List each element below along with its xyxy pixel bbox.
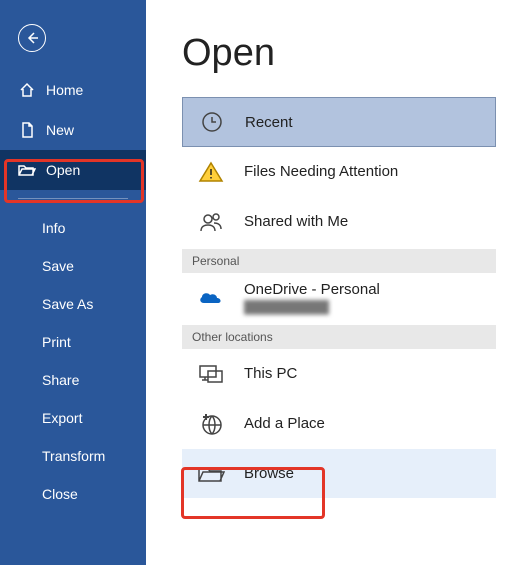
location-label: Shared with Me: [244, 213, 348, 230]
sidebar-item-home[interactable]: Home: [0, 70, 146, 110]
location-label: Add a Place: [244, 415, 325, 432]
location-label: Recent: [245, 114, 293, 131]
location-label: OneDrive - Personal: [244, 281, 380, 298]
location-attention[interactable]: Files Needing Attention: [182, 147, 496, 197]
onedrive-icon: [196, 283, 226, 313]
sidebar-item-label: New: [46, 122, 74, 138]
people-icon: [196, 207, 226, 237]
section-other: Other locations: [182, 325, 496, 349]
section-personal: Personal: [182, 249, 496, 273]
clock-icon: [197, 107, 227, 137]
folder-icon: [196, 459, 226, 489]
page-title: Open: [182, 32, 506, 75]
globe-plus-icon: [196, 409, 226, 439]
folder-open-icon: [18, 161, 36, 179]
sidebar-item-share[interactable]: Share: [0, 361, 146, 399]
location-recent[interactable]: Recent: [182, 97, 496, 147]
sidebar-item-close[interactable]: Close: [0, 475, 146, 513]
sidebar-item-save[interactable]: Save: [0, 247, 146, 285]
sidebar-item-save-as[interactable]: Save As: [0, 285, 146, 323]
sidebar-item-new[interactable]: New: [0, 110, 146, 150]
home-icon: [18, 81, 36, 99]
location-thispc[interactable]: This PC: [182, 349, 496, 399]
sidebar-item-info[interactable]: Info: [0, 209, 146, 247]
arrow-left-icon: [25, 31, 39, 45]
location-label: Files Needing Attention: [244, 163, 398, 180]
location-label: Browse: [244, 465, 294, 482]
sidebar-item-open[interactable]: Open: [0, 150, 146, 190]
sidebar-item-label: Open: [46, 162, 80, 178]
sidebar-item-export[interactable]: Export: [0, 399, 146, 437]
pc-icon: [196, 359, 226, 389]
sidebar-item-transform[interactable]: Transform: [0, 437, 146, 475]
divider: [18, 198, 128, 199]
document-icon: [18, 121, 36, 139]
sidebar: Home New Open Info Save Save As Print Sh…: [0, 0, 146, 565]
location-onedrive[interactable]: OneDrive - Personal ██████████: [182, 273, 496, 323]
location-label: This PC: [244, 365, 297, 382]
onedrive-account: ██████████: [244, 300, 380, 314]
open-locations-list: Recent Files Needing Attention Shared wi…: [182, 97, 496, 499]
sidebar-item-label: Home: [46, 82, 83, 98]
location-addplace[interactable]: Add a Place: [182, 399, 496, 449]
location-browse[interactable]: Browse: [182, 449, 496, 499]
warning-icon: [196, 157, 226, 187]
sidebar-item-print[interactable]: Print: [0, 323, 146, 361]
location-shared[interactable]: Shared with Me: [182, 197, 496, 247]
main-panel: Open Recent Files Needing Attention Shar…: [146, 0, 506, 565]
back-button[interactable]: [18, 24, 46, 52]
